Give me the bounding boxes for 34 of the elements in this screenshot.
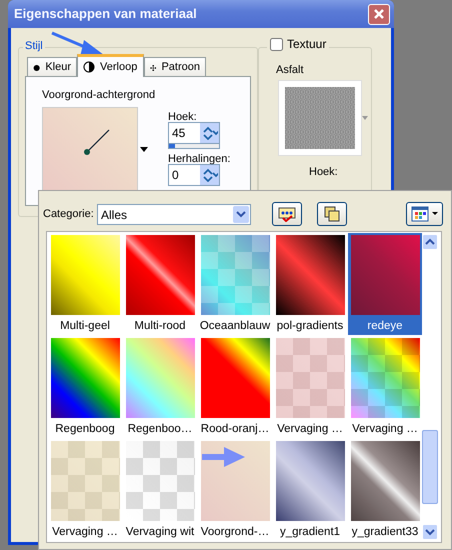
tab[interactable]: Verloop bbox=[77, 54, 144, 77]
chevron-down-icon[interactable] bbox=[425, 528, 435, 536]
texture-preview[interactable] bbox=[278, 80, 362, 156]
close-button[interactable] bbox=[368, 4, 390, 24]
category-label: Categorie: bbox=[43, 207, 94, 222]
window-title: Eigenschappen van materiaal bbox=[14, 5, 197, 24]
checkbox-label: Textuur bbox=[287, 36, 326, 53]
checklist-icon bbox=[278, 206, 296, 222]
close-icon[interactable] bbox=[373, 8, 385, 20]
toolbar-button[interactable] bbox=[272, 202, 302, 226]
annotation-arrow bbox=[202, 446, 246, 468]
view-menu-button[interactable] bbox=[406, 202, 443, 226]
grid-view-icon bbox=[410, 206, 438, 222]
caret-icon bbox=[233, 206, 249, 223]
texture-checkbox[interactable] bbox=[270, 38, 283, 50]
texture-name: Asfalt bbox=[276, 63, 304, 78]
scroll-up-button[interactable] bbox=[422, 234, 438, 250]
half-circle-icon bbox=[83, 61, 95, 73]
chevron-up-icon[interactable] bbox=[425, 238, 435, 246]
field-label: Hoek: bbox=[309, 165, 338, 180]
gradient-name: Voorgrond-achtergrond bbox=[42, 88, 156, 103]
category-dropdown[interactable]: Alles bbox=[97, 204, 251, 225]
slider-track[interactable] bbox=[168, 144, 220, 149]
dropdown-arrow-icon[interactable] bbox=[140, 147, 148, 153]
toolbar-button[interactable] bbox=[317, 202, 347, 226]
gradient-preset[interactable]: redeye bbox=[348, 233, 422, 335]
scroll-down-button[interactable] bbox=[422, 524, 438, 540]
copy-icon bbox=[323, 205, 341, 223]
field-label: Herhalingen: bbox=[168, 152, 230, 167]
tab[interactable]: Patroon bbox=[144, 57, 206, 77]
tab[interactable]: Kleur bbox=[27, 57, 77, 77]
scrollbar-thumb[interactable] bbox=[422, 430, 438, 504]
field-label: Hoek: bbox=[168, 110, 197, 125]
group-label: Stijl bbox=[23, 38, 45, 54]
